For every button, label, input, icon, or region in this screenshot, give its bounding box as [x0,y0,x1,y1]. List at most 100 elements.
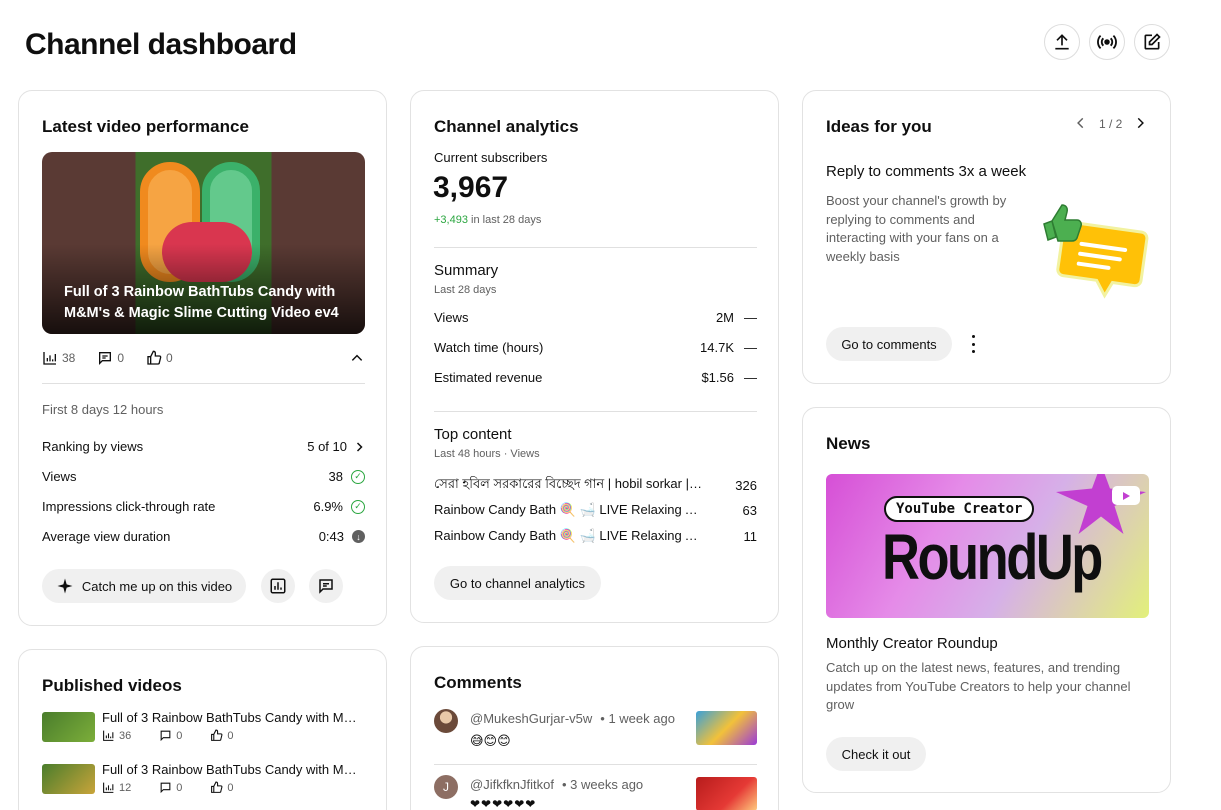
channel-analytics-card: Channel analytics Current subscribers 3,… [410,90,779,623]
upload-button[interactable] [1044,24,1080,60]
row-label: Watch time (hours) [434,340,544,355]
row-label: Views [434,310,469,325]
comment-text: ❤❤❤❤❤❤ [470,797,537,810]
comment-icon [99,352,112,365]
bar-chart-icon [103,730,114,741]
thumbs-up-icon [211,729,223,741]
comment-author: @JifkfknJfitkof [470,777,554,792]
likes-stat: 0 [210,781,234,794]
go-live-button[interactable] [1089,24,1125,60]
row-value: 63 [742,502,757,518]
comment-item[interactable]: @MukeshGurjar-v5w • 1 week ago 😅😊😊 [434,709,757,759]
likes-stat: 0 [210,729,234,742]
go-to-comments-button[interactable]: Go to comments [826,327,952,361]
views-stat: 36 [102,729,131,742]
delta-suffix: in last 28 days [467,214,542,226]
idea-heading: Reply to comments 3x a week [826,163,1027,180]
comments-count: 0 [176,729,183,742]
row-label: Ranking by views [42,439,144,454]
comments-button[interactable] [309,569,343,603]
avg-duration-row: Average view duration 0:43 ↓ [42,529,365,544]
comment-icon [319,579,333,594]
card-title: Channel analytics [434,117,579,136]
published-item[interactable]: Full of 3 Rainbow BathTubs Candy with M&… [42,710,362,746]
top-content-row[interactable]: Rainbow Candy Bath 🍭 🛁 LIVE Relaxing ASM… [434,502,757,518]
more-options-icon[interactable] [969,335,977,353]
row-value: 5 of 10 [307,439,347,454]
divider [42,383,365,384]
video-thumbnail[interactable]: Full of 3 Rainbow BathTubs Candy with M&… [42,152,365,334]
check-icon: ✓ [351,499,365,514]
create-post-button[interactable] [1134,24,1170,60]
row-label: Impressions click-through rate [42,499,216,514]
ranking-row[interactable]: Ranking by views 5 of 10 [42,439,365,454]
card-title: Latest video performance [42,117,249,136]
top-content-row[interactable]: Rainbow Candy Bath 🍭 🛁 LIVE Relaxing ASM… [434,528,757,544]
page-title: Channel dashboard [25,28,297,61]
video-title: Rainbow Candy Bath 🍭 🛁 LIVE Relaxing ASM… [434,502,704,517]
likes-count: 0 [227,729,234,742]
views-count: 38 [62,351,76,365]
views-stat: 38 [42,350,75,366]
thumbs-up-icon [147,350,162,365]
divider [434,247,757,248]
thumbs-up-icon [211,781,223,793]
comment-time: • 1 week ago [600,711,675,726]
trend-dash: — [744,370,757,385]
comment-reply-illustration-icon [1043,204,1149,299]
thumbnail-title: Full of 3 Rainbow BathTubs Candy with M&… [64,284,339,321]
news-body: Catch up on the latest news, features, a… [826,660,1131,712]
avatar [434,709,458,733]
likes-count: 0 [227,781,234,794]
likes-stat: 0 [146,350,173,366]
card-title: Comments [434,673,522,692]
row-value: 0:43 [318,529,344,544]
views-row: Views 38 ✓ [42,469,365,484]
published-videos-card: Published videos Full of 3 Rainbow BathT… [18,649,387,810]
button-label: Catch me up on this video [81,578,233,594]
top-content-row[interactable]: সেরা হবিল সরকারের বিচ্ছেদ গান | hobil so… [434,475,757,496]
chevron-left-icon[interactable] [1074,116,1088,130]
go-to-analytics-button[interactable]: Go to channel analytics [434,566,601,600]
chevron-up-icon[interactable] [350,351,364,365]
news-heading: Monthly Creator Roundup [826,635,998,652]
row-value: 2M [715,310,734,325]
news-card: News YouTube Creator RoundUp Monthly Cre… [802,407,1171,793]
trend-dash: — [744,310,757,325]
catch-me-up-button[interactable]: Catch me up on this video [42,569,246,603]
views-count: 12 [119,781,132,794]
summary-row: Watch time (hours) 14.7K — [434,340,757,355]
video-title: Rainbow Candy Bath 🍭 🛁 LIVE Relaxing ASM… [434,528,704,543]
row-label: Average view duration [42,529,171,544]
subscribers-delta: +3,493 [434,214,468,226]
comments-stat: 0 [159,781,182,794]
banner-headline: RoundUp [882,521,1103,593]
idea-body: Boost your channel's growth by replying … [826,193,1007,264]
row-value: 11 [743,528,758,544]
comment-item[interactable]: J @JifkfknJfitkof • 3 weeks ago ❤❤❤❤❤❤ [434,775,757,810]
ctr-row: Impressions click-through rate 6.9% ✓ [42,499,365,514]
video-stats: 38 0 0 [42,350,173,366]
banner-tag: YouTube Creator [884,496,1035,522]
comments-stat: 0 [97,350,124,366]
bar-chart-icon [103,782,114,793]
published-item[interactable]: Full of 3 Rainbow BathTubs Candy with M&… [42,762,362,798]
chevron-right-icon [356,441,363,452]
row-value: 14.7K [700,340,734,355]
divider [434,411,757,412]
create-post-icon [1144,33,1161,50]
news-banner[interactable]: YouTube Creator RoundUp [826,474,1149,618]
chevron-right-icon[interactable] [1133,116,1147,130]
card-title: Published videos [42,676,182,695]
analytics-button[interactable] [261,569,295,603]
video-thumbnail [696,777,757,810]
video-title: সেরা হবিল সরকারের বিচ্ছেদ গান | hobil so… [434,476,704,491]
row-value: 326 [735,478,757,493]
check-it-out-button[interactable]: Check it out [826,737,926,771]
subscribers-count: 3,967 [433,171,509,204]
subscribers-label: Current subscribers [434,150,548,165]
latest-video-card: Latest video performance Full of 3 Rainb… [18,90,387,626]
views-stat: 12 [102,781,131,794]
subscribers-delta-line: +3,493 in last 28 days [434,214,541,226]
card-title: News [826,434,871,453]
